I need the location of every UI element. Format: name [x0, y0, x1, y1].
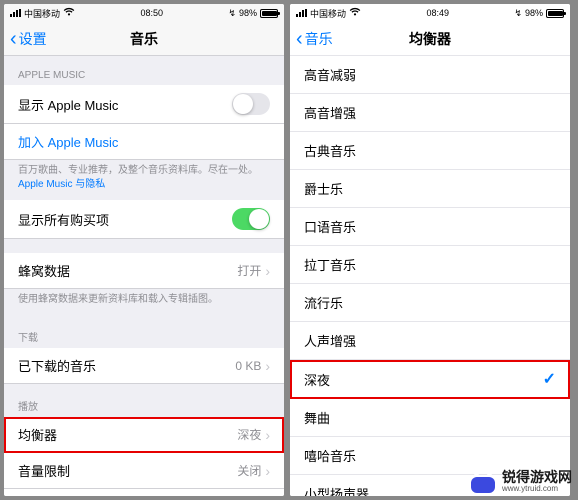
row-label: 蜂窝数据	[18, 261, 70, 280]
nav-bar: ‹ 设置 音乐	[4, 22, 284, 56]
row-label: 显示所有购买项	[18, 210, 109, 229]
detail-value: 打开	[237, 262, 261, 279]
detail-value: 关闭	[237, 462, 261, 479]
eq-option[interactable]: 爵士乐	[290, 170, 570, 208]
eq-option-label: 嘻哈音乐	[304, 446, 356, 465]
phone-equalizer: 中国移动 08:49 ↯ 98% ‹ 音乐 均衡器 高音减弱高音增强古典音乐爵士…	[290, 4, 570, 496]
row-join-apple-music[interactable]: 加入 Apple Music	[4, 124, 284, 160]
eq-list[interactable]: 高音减弱高音增强古典音乐爵士乐口语音乐拉丁音乐流行乐人声增强深夜 ✓ 舞曲嘻哈音乐小…	[290, 56, 570, 496]
carrier-label: 中国移动	[310, 7, 346, 20]
row-volume-limit[interactable]: 音量限制 关闭 ›	[4, 453, 284, 489]
status-bar: 中国移动 08:49 ↯ 98%	[290, 4, 570, 22]
wifi-icon	[349, 7, 361, 19]
chevron-right-icon: ›	[265, 427, 270, 443]
eq-option[interactable]: 流行乐	[290, 284, 570, 322]
eq-option-label: 拉丁音乐	[304, 255, 356, 274]
eq-option-label: 舞曲	[304, 408, 330, 427]
eq-option-label: 爵士乐	[304, 179, 343, 198]
row-downloaded-music[interactable]: 已下载的音乐 0 KB ›	[4, 348, 284, 384]
status-bar: 中国移动 08:50 ↯ 98%	[4, 4, 284, 22]
switch-show-purchased[interactable]	[232, 208, 270, 230]
eq-option-label: 深夜	[304, 370, 330, 389]
signal-icon	[296, 9, 307, 17]
detail-value: 0 KB	[235, 359, 261, 373]
wifi-icon	[63, 7, 75, 19]
eq-option[interactable]: 古典音乐	[290, 132, 570, 170]
back-button[interactable]: ‹ 设置	[4, 29, 47, 49]
eq-option-label: 高音增强	[304, 103, 356, 122]
eq-option-label: 高音减弱	[304, 65, 356, 84]
chevron-right-icon: ›	[265, 463, 270, 479]
watermark-url: www.ytruid.com	[502, 485, 558, 494]
eq-option[interactable]: 人声增强	[290, 322, 570, 360]
chevron-left-icon: ‹	[296, 29, 303, 49]
battery-icon	[260, 9, 278, 18]
eq-option[interactable]: 口语音乐	[290, 208, 570, 246]
row-label: 已下载的音乐	[18, 356, 96, 375]
watermark: 锐得游戏网 www.ytruid.com	[470, 470, 572, 494]
section-playback: 播放	[4, 384, 284, 417]
watermark-title: 锐得游戏网	[502, 470, 572, 485]
eq-option-label: 小型扬声器	[304, 484, 369, 496]
row-sound-check[interactable]: 音量平衡	[4, 489, 284, 496]
row-label: 音量限制	[18, 461, 70, 480]
row-equalizer[interactable]: 均衡器 深夜 ›	[4, 417, 284, 453]
footer-cellular: 使用蜂窝数据来更新资料库和载入专辑插图。	[4, 289, 284, 315]
clock: 08:50	[140, 8, 163, 18]
row-label: 显示 Apple Music	[18, 95, 118, 114]
eq-option-label: 人声增强	[304, 331, 356, 350]
phone-settings-music: 中国移动 08:50 ↯ 98% ‹ 设置 音乐 APPLE MUSIC 显示 …	[4, 4, 284, 496]
eq-option-label: 古典音乐	[304, 141, 356, 160]
section-downloads: 下载	[4, 315, 284, 348]
eq-option[interactable]: 拉丁音乐	[290, 246, 570, 284]
charging-icon: ↯	[228, 8, 236, 19]
eq-option-label: 口语音乐	[304, 217, 356, 236]
eq-option[interactable]: 舞曲	[290, 399, 570, 437]
detail-value: 深夜	[237, 426, 261, 443]
chevron-right-icon: ›	[265, 263, 270, 279]
eq-option[interactable]: 高音减弱	[290, 56, 570, 94]
back-label: 设置	[19, 29, 47, 49]
checkmark-icon: ✓	[543, 369, 556, 389]
nav-bar: ‹ 音乐 均衡器	[290, 22, 570, 56]
chevron-left-icon: ‹	[10, 29, 17, 49]
switch-show-apple-music[interactable]	[232, 93, 270, 115]
eq-option-label: 流行乐	[304, 293, 343, 312]
carrier-label: 中国移动	[24, 7, 60, 20]
back-label: 音乐	[305, 29, 333, 49]
row-cellular[interactable]: 蜂窝数据 打开 ›	[4, 253, 284, 289]
charging-icon: ↯	[514, 8, 522, 19]
chevron-right-icon: ›	[265, 358, 270, 374]
link-privacy[interactable]: Apple Music 与隐私	[18, 179, 105, 190]
section-apple-music: APPLE MUSIC	[4, 56, 284, 85]
row-label: 均衡器	[18, 425, 57, 444]
battery-pct: 98%	[525, 8, 543, 18]
row-show-purchased[interactable]: 显示所有购买项	[4, 200, 284, 239]
signal-icon	[10, 9, 21, 17]
row-label: 加入 Apple Music	[18, 132, 118, 151]
footer-apple-music: 百万歌曲、专业推荐，及整个音乐资料库。尽在一处。 Apple Music 与隐私	[4, 160, 284, 200]
eq-option[interactable]: 深夜 ✓	[290, 360, 570, 399]
watermark-logo-icon	[470, 471, 496, 493]
clock: 08:49	[426, 8, 449, 18]
battery-icon	[546, 9, 564, 18]
settings-scroll[interactable]: APPLE MUSIC 显示 Apple Music 加入 Apple Musi…	[4, 56, 284, 496]
back-button[interactable]: ‹ 音乐	[290, 29, 333, 49]
eq-option[interactable]: 高音增强	[290, 94, 570, 132]
row-show-apple-music[interactable]: 显示 Apple Music	[4, 85, 284, 124]
battery-pct: 98%	[239, 8, 257, 18]
